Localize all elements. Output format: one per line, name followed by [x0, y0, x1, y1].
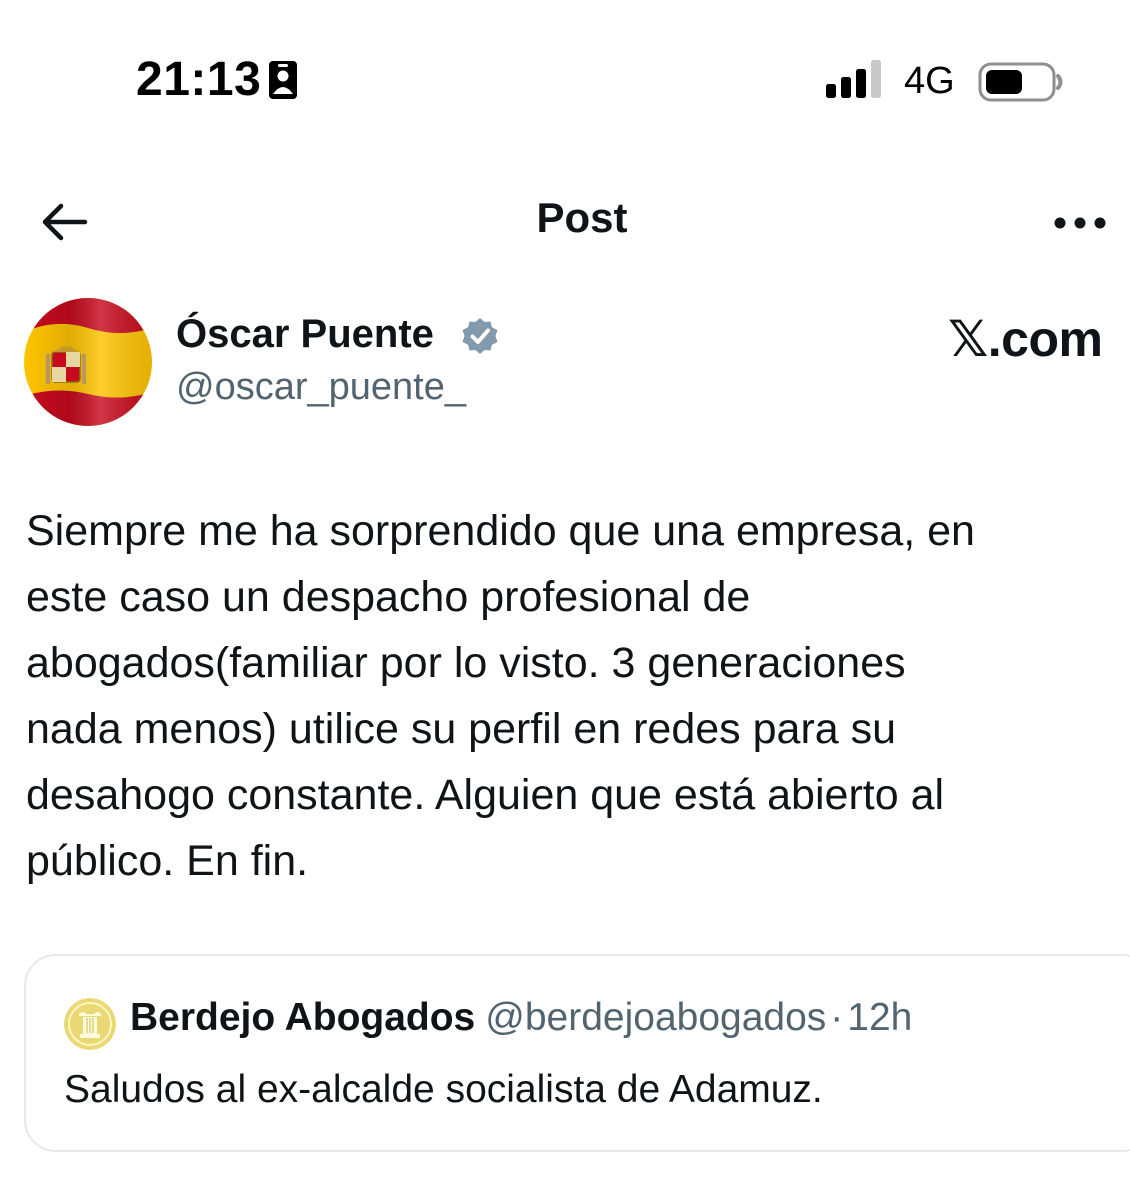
post-text-line: este caso un despacho profesional de — [26, 573, 751, 621]
author-name[interactable]: Óscar Puente — [176, 312, 434, 357]
quoted-post-text: Saludos al ex-alcalde socialista de Adam… — [64, 1068, 823, 1111]
nav-bar: Post — [0, 180, 1130, 260]
post-text-line: desahogo constante. Alguien que está abi… — [26, 771, 945, 819]
quoted-author-handle[interactable]: @berdejoabogados — [485, 996, 826, 1039]
status-time: 21:13 — [136, 53, 262, 106]
status-bar: 21:13 4G — [0, 0, 1130, 160]
more-options-button[interactable] — [1040, 198, 1120, 248]
cellular-signal-icon — [826, 60, 881, 98]
verified-badge-icon — [462, 318, 498, 354]
x-com-watermark: 𝕏.com — [948, 311, 1103, 367]
quoted-post-header: Berdejo Abogados @berdejoabogados · 12h — [130, 996, 912, 1040]
post-text-line: nada menos) utilice su perfil en redes p… — [26, 705, 897, 753]
quoted-timestamp[interactable]: 12h — [847, 996, 912, 1039]
author-handle[interactable]: @oscar_puente_ — [176, 366, 466, 409]
page-title: Post — [536, 194, 628, 241]
network-label: 4G — [904, 60, 955, 102]
post-text-line: abogados(familiar por lo visto. 3 genera… — [26, 639, 906, 687]
column-logo-icon — [64, 998, 116, 1050]
post-text-line: público. En fin. — [26, 837, 309, 885]
quoted-post-card[interactable]: Berdejo Abogados @berdejoabogados · 12h Sal… — [24, 954, 1130, 1152]
battery-icon — [978, 62, 1063, 102]
quoted-author-name[interactable]: Berdejo Abogados — [130, 996, 475, 1039]
post-text: Siempre me ha sorprendido que una empres… — [26, 498, 1116, 894]
more-horizontal-icon — [1054, 217, 1106, 229]
post-text-line: Siempre me ha sorprendido que una empres… — [26, 507, 975, 555]
spain-flag-avatar[interactable] — [24, 298, 152, 426]
id-card-icon — [269, 61, 297, 99]
quoted-separator: · — [830, 996, 844, 1039]
column-logo-avatar[interactable] — [64, 998, 116, 1050]
flag-image — [24, 298, 152, 426]
